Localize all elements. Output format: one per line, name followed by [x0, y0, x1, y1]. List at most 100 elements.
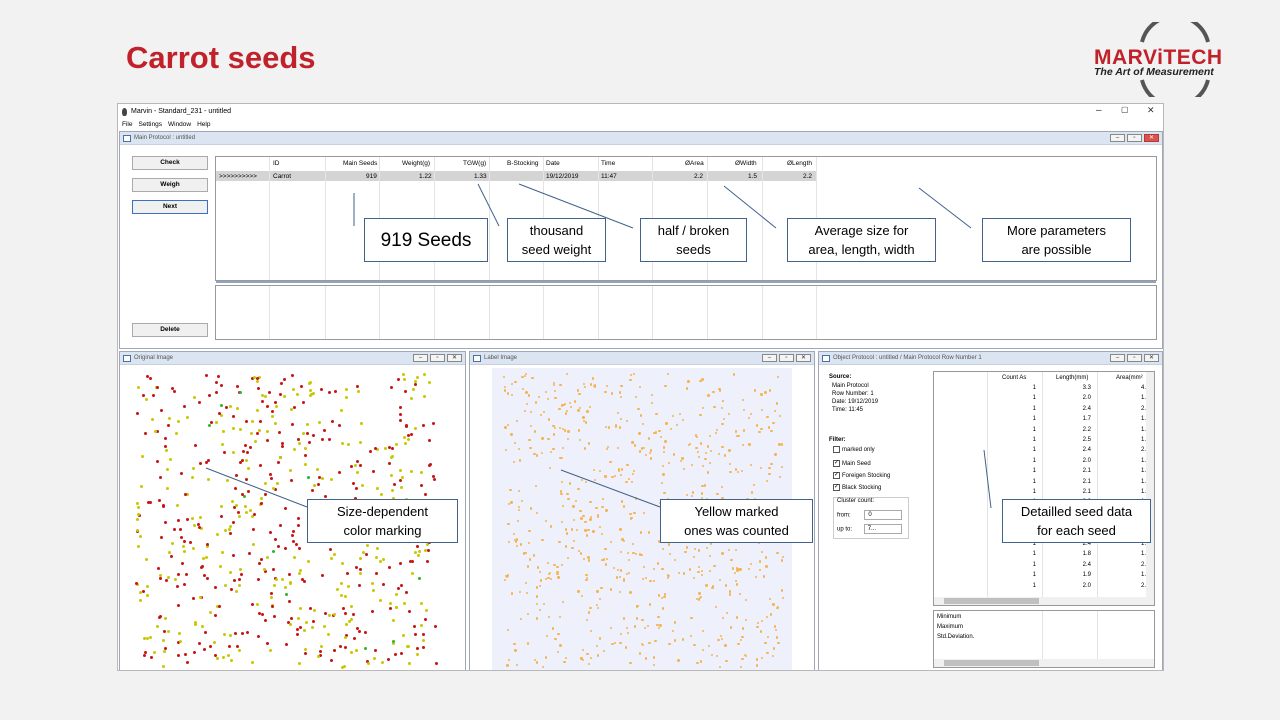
- menu-file[interactable]: File: [122, 121, 132, 128]
- mdi-minimize-button[interactable]: –: [1110, 134, 1125, 142]
- table-row[interactable]: 1 2.4 2.: [934, 406, 1154, 416]
- table-row[interactable]: 12.21.: [934, 427, 1154, 437]
- weigh-button[interactable]: Weigh: [132, 178, 208, 192]
- table-row[interactable]: 1 2.5 1.: [934, 437, 1154, 447]
- table-row[interactable]: 1 2.1 1.: [934, 479, 1154, 489]
- seed-dot: [558, 426, 562, 430]
- seed-dot: [732, 373, 736, 376]
- col-header-count-as[interactable]: Count As: [1002, 375, 1026, 381]
- vertical-scrollbar[interactable]: [1146, 372, 1154, 605]
- cell-main-seeds[interactable]: 919: [366, 173, 377, 180]
- table-cell: 1: [1032, 437, 1036, 443]
- cell-tgw[interactable]: 1.33: [474, 173, 487, 180]
- mdi-restore-button[interactable]: ▫: [430, 354, 445, 362]
- table-row[interactable]: 1 2.0 1.: [934, 458, 1154, 468]
- checkbox[interactable]: ✓: [833, 484, 840, 491]
- col-header-id[interactable]: ID: [273, 160, 280, 167]
- seed-dot: [135, 528, 139, 532]
- checkbox[interactable]: [833, 446, 840, 453]
- seed-dot: [410, 397, 414, 401]
- seed-dot: [390, 473, 394, 477]
- minimize-button[interactable]: –: [1096, 105, 1102, 116]
- menu-help[interactable]: Help: [197, 121, 210, 128]
- seed-dot: [587, 529, 590, 532]
- table-row[interactable]: 1 2.0 1.: [934, 395, 1154, 405]
- filter-marked-only[interactable]: marked only: [833, 446, 875, 453]
- col-header-area[interactable]: Area(mm²: [1116, 375, 1143, 381]
- col-header-date[interactable]: Date: [546, 160, 560, 167]
- table-row[interactable]: 1 2.4 2.: [934, 447, 1154, 457]
- upto-select[interactable]: 7...: [863, 524, 902, 534]
- filter-black-stocking[interactable]: ✓ Black Stocking: [833, 484, 881, 491]
- seed-dot: [292, 405, 296, 409]
- stats-table[interactable]: Minimum Maximum Std.Deviation.: [933, 610, 1155, 668]
- seed-data-table[interactable]: Count As Length(mm) Area(mm² 1 3.3 4. 1 2.0 1…: [933, 371, 1155, 606]
- filter-foreign-stocking[interactable]: ✓ Foreigen Stocking: [833, 472, 890, 479]
- mdi-restore-button[interactable]: ▫: [1127, 354, 1142, 362]
- seed-dot: [288, 623, 292, 627]
- col-header-width[interactable]: ØWidth: [735, 160, 757, 167]
- mdi-close-button[interactable]: ✕: [447, 354, 462, 362]
- col-header-time[interactable]: Time: [601, 160, 615, 167]
- col-header-weight[interactable]: Weight(g): [402, 160, 430, 167]
- seed-dot: [629, 513, 632, 516]
- seed-dot: [242, 449, 245, 453]
- col-header-length[interactable]: Length(mm): [1056, 375, 1088, 381]
- delete-button[interactable]: Delete: [132, 323, 208, 337]
- seed-dot: [344, 595, 347, 599]
- checkbox[interactable]: ✓: [833, 472, 840, 479]
- table-row[interactable]: 1 2.1 1.: [934, 489, 1154, 499]
- horizontal-scrollbar[interactable]: [934, 597, 1154, 605]
- seed-dot: [332, 648, 336, 652]
- horizontal-scrollbar[interactable]: [934, 659, 1154, 667]
- cell-weight[interactable]: 1.22: [419, 173, 432, 180]
- mdi-close-button[interactable]: ✕: [796, 354, 811, 362]
- seed-dot: [535, 617, 538, 620]
- seed-dot: [424, 492, 428, 496]
- seed-dot: [224, 583, 228, 587]
- table-row[interactable]: 1 1.7 1.: [934, 416, 1154, 426]
- cell-width[interactable]: 1.5: [748, 173, 757, 180]
- filter-main-seed[interactable]: ✓ Main Seed: [833, 460, 871, 467]
- col-header-tgw[interactable]: TGW(g): [463, 160, 486, 167]
- mdi-restore-button[interactable]: ▫: [779, 354, 794, 362]
- table-cell: 2.2: [1082, 426, 1091, 433]
- col-header-area[interactable]: ØArea: [685, 160, 704, 167]
- mdi-minimize-button[interactable]: –: [1110, 354, 1125, 362]
- maximize-button[interactable]: ▢: [1121, 105, 1129, 114]
- table-row[interactable]: 1 2.0 2.: [934, 583, 1154, 593]
- from-select[interactable]: 0: [864, 510, 903, 520]
- menu-settings[interactable]: Settings: [138, 121, 162, 128]
- cell-time[interactable]: 11:47: [601, 173, 617, 180]
- close-button[interactable]: ✕: [1147, 105, 1155, 116]
- protocol-detail-grid[interactable]: [215, 285, 1157, 340]
- next-button[interactable]: Next: [132, 200, 208, 214]
- cell-id[interactable]: Carrot: [273, 173, 291, 180]
- seed-dot: [291, 533, 295, 537]
- col-header-main-seeds[interactable]: Main Seeds: [343, 160, 377, 167]
- mdi-minimize-button[interactable]: –: [413, 354, 428, 362]
- check-button[interactable]: Check: [132, 156, 208, 170]
- table-row[interactable]: 1 3.3 4.: [934, 385, 1154, 395]
- seed-dot: [552, 433, 556, 436]
- mdi-restore-button[interactable]: ▫: [1127, 134, 1142, 142]
- menu-window[interactable]: Window: [168, 121, 191, 128]
- cell-area[interactable]: 2.2: [694, 173, 703, 180]
- cell-length[interactable]: 2.2: [803, 173, 812, 180]
- seed-dot: [364, 630, 368, 634]
- col-header-length[interactable]: ØLength: [787, 160, 812, 167]
- mdi-close-button[interactable]: ✕: [1144, 134, 1159, 142]
- mdi-close-button[interactable]: ✕: [1144, 354, 1159, 362]
- seed-dot: [650, 401, 654, 404]
- cell-date[interactable]: 19/12/2019: [546, 173, 579, 180]
- callout-seed-count: 919 Seeds: [364, 218, 488, 262]
- table-row[interactable]: 1 2.1 1.: [934, 468, 1154, 478]
- seed-dot: [220, 443, 224, 447]
- checkbox[interactable]: ✓: [833, 460, 840, 467]
- mdi-minimize-button[interactable]: –: [762, 354, 777, 362]
- table-row[interactable]: 1 1.8 1.: [934, 551, 1154, 561]
- table-row[interactable]: 1 1.9 1.: [934, 572, 1154, 582]
- seed-dot: [706, 546, 709, 550]
- col-header-b-stocking[interactable]: B-Stocking: [507, 160, 538, 167]
- table-row[interactable]: 1 2.4 2.: [934, 562, 1154, 572]
